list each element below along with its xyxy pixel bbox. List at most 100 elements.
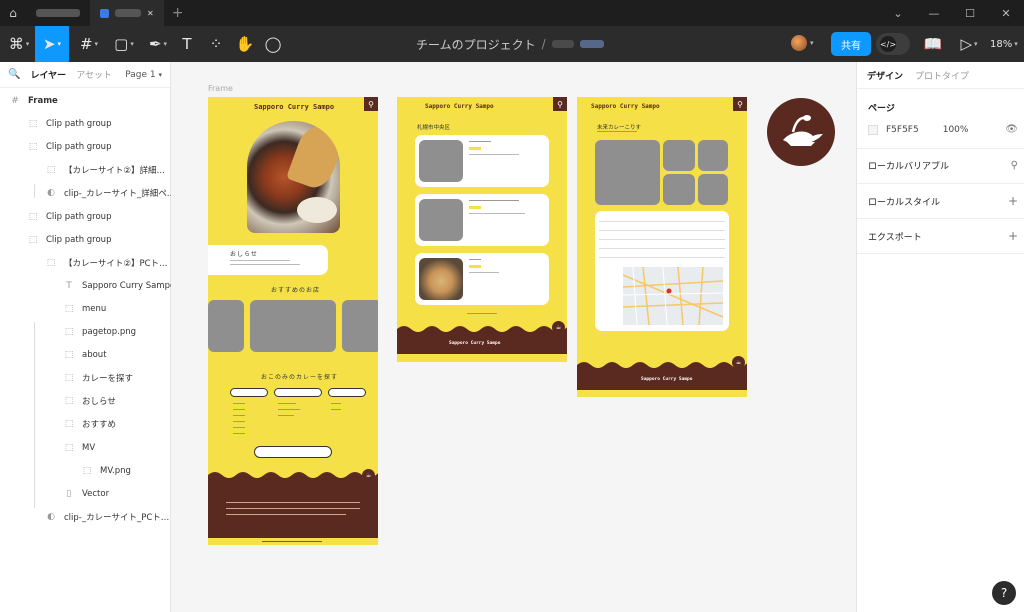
- map-embed: [623, 267, 723, 325]
- gallery-thumb: [663, 140, 695, 171]
- layer-row[interactable]: ⬚ カレーを探す: [62, 369, 133, 387]
- file-name-redacted[interactable]: [579, 40, 604, 48]
- eye-icon[interactable]: 👁: [1005, 124, 1018, 135]
- layer-label: Sapporo Curry Sampo: [82, 280, 176, 291]
- layer-row[interactable]: T Sapporo Curry Sampo: [62, 277, 175, 295]
- layer-row[interactable]: ⬚ about: [62, 346, 107, 364]
- layer-row[interactable]: ⬚ Clip path group: [26, 208, 112, 226]
- text-tool-button[interactable]: T: [176, 26, 198, 62]
- variables-icon[interactable]: ⚲: [1011, 160, 1018, 171]
- maximize-button[interactable]: ☐: [952, 0, 988, 26]
- layer-type-icon: ⬚: [28, 234, 38, 245]
- local-variables-row[interactable]: ローカルバリアブル ⚲: [868, 159, 1018, 172]
- comment-tool-button[interactable]: ◯: [262, 26, 284, 62]
- dev-mode-toggle[interactable]: </>: [876, 33, 910, 55]
- close-icon[interactable]: ✕: [147, 9, 154, 18]
- page-opacity-value[interactable]: 100%: [943, 125, 969, 135]
- layer-row[interactable]: ⬚ MV: [62, 439, 95, 457]
- layer-row[interactable]: ◐ clip-_カレーサイト_PCト…: [44, 508, 169, 526]
- search-icon: ⚲: [364, 97, 378, 111]
- add-icon[interactable]: +: [1008, 229, 1018, 243]
- book-icon: 📖: [923, 35, 943, 53]
- share-button[interactable]: 共有: [831, 32, 871, 56]
- layer-label: about: [82, 350, 107, 361]
- layer-row[interactable]: ⬚ MV.png: [80, 462, 131, 480]
- page-section-title: ページ: [868, 101, 1018, 114]
- artboard-area-list[interactable]: Sapporo Curry Sampo ⚲ 札幌市中央区 ☕ Sapporo C…: [397, 97, 567, 362]
- frame-tool-button[interactable]: # ▾: [74, 26, 104, 62]
- home-icon[interactable]: ⌂: [0, 0, 26, 26]
- project-name[interactable]: チームのプロジェクト: [416, 36, 536, 53]
- move-tool-button[interactable]: ➤ ▾: [35, 26, 69, 62]
- tab-assets[interactable]: アセット: [76, 68, 112, 81]
- shop-card: [415, 135, 549, 187]
- main-menu-button[interactable]: ⌘ ▾: [6, 26, 32, 62]
- layer-row[interactable]: # Frame: [8, 92, 58, 110]
- design-canvas[interactable]: Frame Sapporo Curry Sampo ⚲ おしらせ おすすめのお店…: [171, 62, 856, 612]
- resources-button[interactable]: ⁘: [205, 26, 227, 62]
- search-icon: ⚲: [553, 97, 567, 111]
- gallery-thumb: [663, 174, 695, 205]
- minimize-button[interactable]: —: [916, 0, 952, 26]
- title-bar: ⌂ ✕ + ⌄ — ☐ ✕: [0, 0, 1024, 26]
- tab-file-2[interactable]: ✕: [90, 0, 164, 26]
- pen-tool-button[interactable]: ✒ ▾: [143, 26, 173, 62]
- layer-row[interactable]: ▯ Vector: [62, 485, 110, 503]
- info-card: [595, 211, 729, 331]
- tab-prototype[interactable]: プロトタイプ: [915, 69, 969, 82]
- artboard-top-page[interactable]: Sapporo Curry Sampo ⚲ おしらせ おすすめのお店 おこのみの…: [208, 97, 378, 545]
- tab-file-1[interactable]: [26, 0, 90, 26]
- page-color-value[interactable]: F5F5F5: [886, 125, 919, 135]
- chevron-down-icon[interactable]: ⌄: [880, 0, 916, 26]
- add-icon[interactable]: +: [1008, 194, 1018, 208]
- new-tab-button[interactable]: +: [164, 5, 192, 21]
- local-styles-label: ローカルスタイル: [868, 197, 941, 208]
- layer-row[interactable]: ⬚ 【カレーサイト②】PCト…: [44, 254, 168, 272]
- layer-row[interactable]: ⬚ Clip path group: [26, 115, 112, 133]
- layer-row[interactable]: ◐ clip-_カレーサイト_詳細ペ…: [44, 184, 175, 202]
- shape-tool-button[interactable]: ▢ ▾: [108, 26, 140, 62]
- page-section-label: ページ: [868, 104, 895, 114]
- chevron-down-icon: ▾: [810, 39, 814, 47]
- color-swatch[interactable]: [868, 124, 878, 135]
- layer-row[interactable]: ⬚ menu: [62, 300, 107, 318]
- project-breadcrumb: チームのプロジェクト /: [416, 26, 604, 62]
- logo-artboard[interactable]: [767, 98, 835, 166]
- hand-tool-button[interactable]: ✋: [234, 26, 256, 62]
- design-panel: デザイン プロトタイプ ページ F5F5F5 100% 👁 ローカルバリアブル ⚲…: [856, 62, 1024, 612]
- search-icon[interactable]: 🔍: [8, 69, 20, 80]
- map-roads: [623, 267, 723, 325]
- tab-layers[interactable]: レイヤー: [30, 68, 66, 81]
- artboard-shop-detail[interactable]: Sapporo Curry Sampo ⚲ 未来カレーこりす ☕ Sapporo…: [577, 97, 747, 397]
- local-styles-row[interactable]: ローカルスタイル +: [868, 194, 1018, 208]
- layer-label: MV.png: [100, 465, 131, 476]
- page-selector[interactable]: Page 1 ▾: [125, 70, 162, 80]
- layer-row[interactable]: ⬚ おすすめ: [62, 415, 116, 433]
- shop-line: [469, 259, 481, 260]
- layer-type-icon: ⬚: [64, 396, 74, 407]
- layer-row[interactable]: ⬚ pagetop.png: [62, 323, 136, 341]
- layer-type-icon: ⬚: [64, 442, 74, 453]
- tab-design[interactable]: デザイン: [867, 69, 903, 82]
- multiplayer-avatar[interactable]: ▾: [791, 35, 814, 51]
- layer-row[interactable]: ⬚ Clip path group: [26, 138, 112, 156]
- footer-block: Sapporo Curry Sampo: [577, 370, 747, 390]
- avatar: [791, 35, 807, 51]
- frame-label[interactable]: Frame: [208, 84, 233, 93]
- zoom-menu[interactable]: 18% ▾: [990, 26, 1018, 62]
- present-button[interactable]: ▷ ▾: [955, 26, 983, 62]
- help-button[interactable]: ?: [992, 581, 1016, 605]
- export-row[interactable]: エクスポート +: [868, 229, 1018, 243]
- footer-line: [226, 514, 346, 515]
- page-section: [857, 88, 1024, 150]
- file-name-redacted[interactable]: [551, 40, 574, 48]
- layer-row[interactable]: ⬚ 【カレーサイト②】詳細…: [44, 161, 165, 179]
- page-color-row[interactable]: F5F5F5 100% 👁: [868, 124, 1018, 135]
- list-line: [278, 409, 300, 410]
- footer-block: [208, 480, 378, 538]
- close-window-button[interactable]: ✕: [988, 0, 1024, 26]
- search-button-mock: [254, 446, 332, 458]
- layer-row[interactable]: ⬚ おしらせ: [62, 392, 116, 410]
- layer-row[interactable]: ⬚ Clip path group: [26, 231, 112, 249]
- library-button[interactable]: 📖: [921, 26, 945, 62]
